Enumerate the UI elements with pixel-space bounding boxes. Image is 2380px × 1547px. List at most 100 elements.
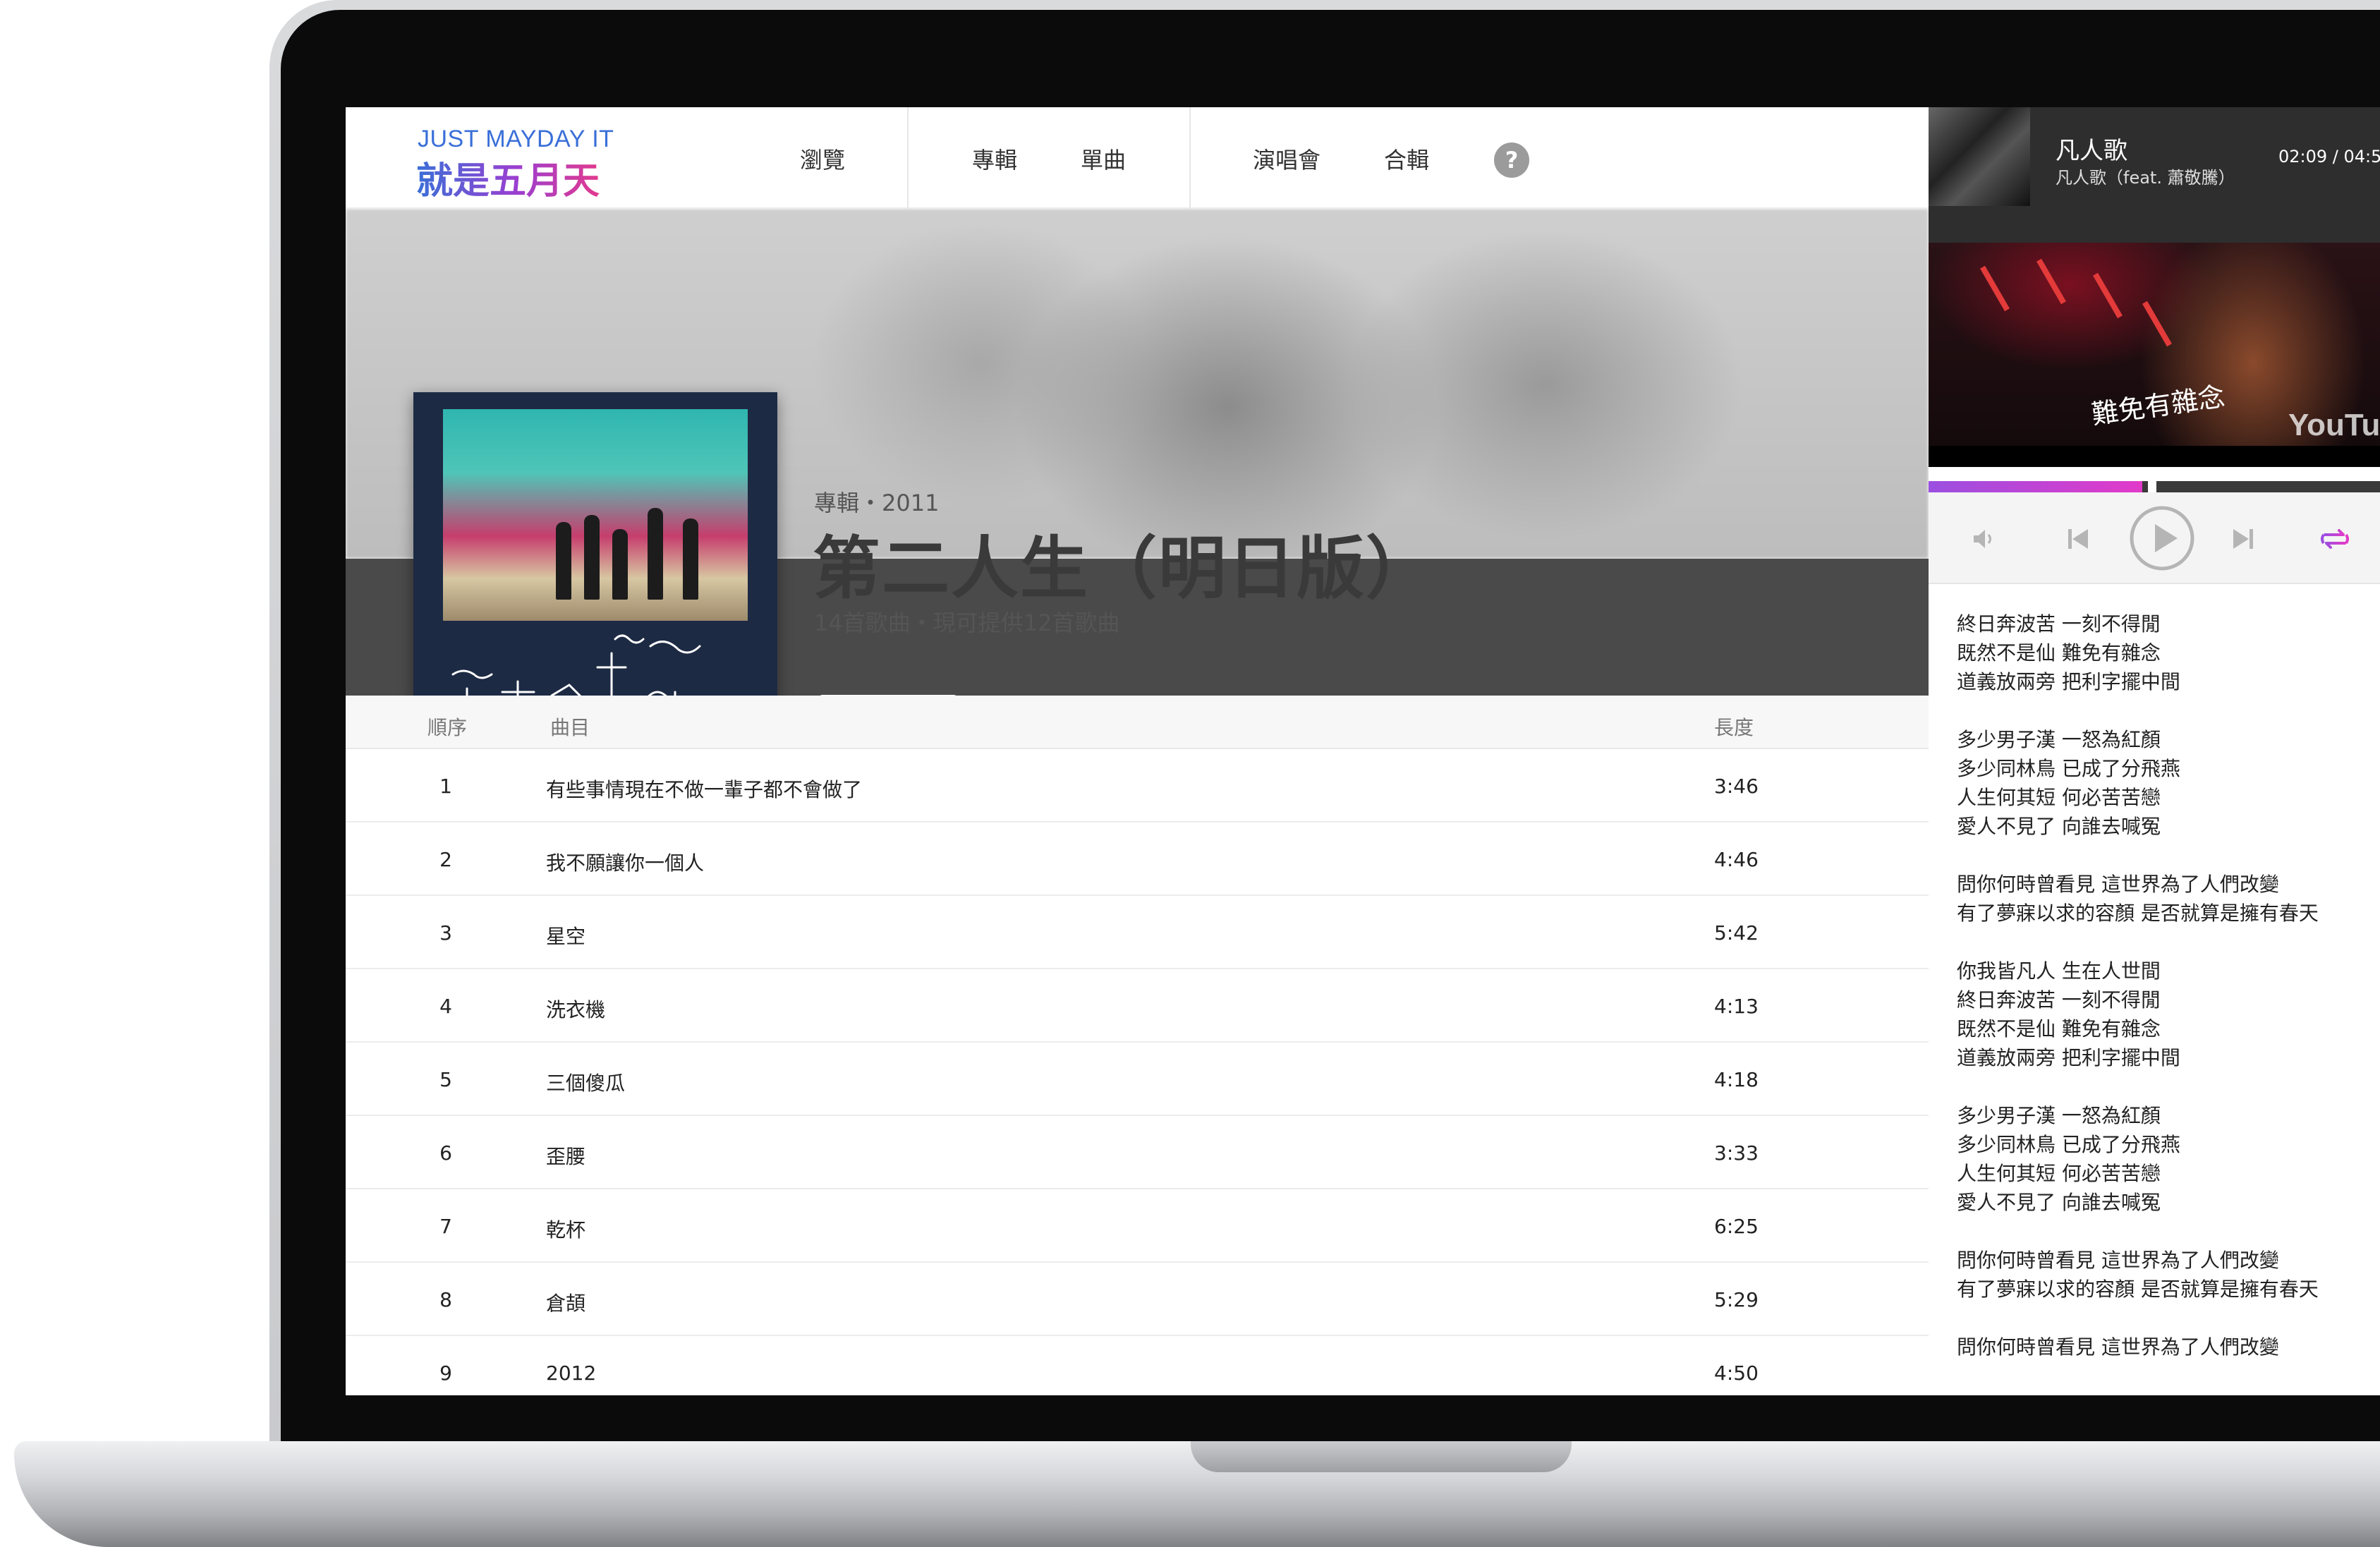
album-title: 第二人生（明日版） — [813, 529, 1435, 608]
nav-albums[interactable]: 專輯 — [972, 142, 1017, 175]
track-duration: 3:33 — [1714, 1141, 1759, 1165]
lyrics-line: 愛人不見了 向誰去喊冤 — [1957, 815, 2161, 838]
lyrics-line: 道義放兩旁 把利字擺中間 — [1957, 670, 2180, 693]
track-duration: 4:18 — [1714, 1068, 1759, 1091]
lyrics-line: 問你何時曾看見 這世界為了人們改變 — [1957, 873, 2279, 896]
lyrics-panel: 終日奔波苦 一刻不得閒 既然不是仙 難免有雜念 道義放兩旁 把利字擺中間 多少男子漢 … — [1957, 609, 2366, 1390]
stage-light — [2093, 272, 2123, 319]
track-title: 我不願讓你一個人 — [546, 851, 705, 875]
lyrics-line: 人生何其短 何必苦苦戀 — [1957, 786, 2161, 809]
lyrics-line: 人生何其短 何必苦苦戀 — [1957, 1162, 2161, 1185]
lyrics-line: 多少同林鳥 已成了分飛燕 — [1957, 757, 2180, 780]
track-number: 8 — [439, 1288, 452, 1311]
band-member-figure — [556, 522, 571, 600]
lyrics-line: 愛人不見了 向誰去喊冤 — [1957, 1191, 2161, 1214]
youtube-logo[interactable]: YouTube — [2288, 408, 2380, 443]
progress-bar[interactable] — [1929, 480, 2380, 493]
track-row[interactable]: 3 星空 5:42 — [346, 896, 1929, 969]
album-cover-handwriting — [451, 634, 701, 696]
nav-compilations[interactable]: 合輯 — [1384, 142, 1429, 175]
band-member-figure — [584, 515, 600, 600]
lyrics-stanza: 問你何時曾看見 這世界為了人們改變 — [1957, 1333, 2366, 1361]
player-controls — [1929, 492, 2380, 584]
laptop-notch — [1191, 1441, 1572, 1472]
video-letterbox — [1929, 446, 2380, 467]
track-row[interactable]: 1 有些事情現在不做一輩子都不會做了 3:46 — [346, 749, 1929, 823]
track-title: 倉頡 — [546, 1292, 586, 1315]
lyrics-line: 有了夢寐以求的容顏 是否就算是擁有春天 — [1957, 902, 2319, 925]
track-row[interactable]: 2 我不願讓你一個人 4:46 — [346, 823, 1929, 896]
column-length[interactable]: 長度 — [1714, 712, 1754, 741]
track-title: 2012 — [546, 1361, 597, 1385]
track-row[interactable]: 4 洗衣機 4:13 — [346, 969, 1929, 1043]
album-hero: 專輯・2011 第二人生（明日版） 14首歌曲・現可提供12首歌曲 播放 — [346, 209, 1929, 696]
repeat-icon[interactable] — [2318, 525, 2352, 553]
stage-light — [1980, 265, 2010, 312]
now-playing-time: 02:09 / 04:51 — [2278, 147, 2380, 166]
now-playing-bar: 凡人歌 凡人歌（feat. 蕭敬騰） 02:09 / 04:51 — [1929, 107, 2380, 248]
stage-light — [2036, 258, 2066, 305]
lyrics-line: 多少男子漢 一怒為紅顏 — [1957, 728, 2161, 751]
lyrics-line: 有了夢寐以求的容顏 是否就算是擁有春天 — [1957, 1278, 2319, 1301]
nav-browse[interactable]: 瀏覽 — [800, 142, 845, 175]
track-number: 9 — [439, 1361, 452, 1385]
band-member-figure — [648, 508, 663, 600]
track-row[interactable]: 7 乾杯 6:25 — [346, 1189, 1929, 1263]
track-list-header: 順序 曲目 長度 — [346, 696, 1929, 749]
album-track-count: 14首歌曲・現可提供12首歌曲 — [814, 609, 1120, 636]
lyrics-line: 問你何時曾看見 這世界為了人們改變 — [1957, 1249, 2279, 1272]
progress-handle[interactable] — [2148, 480, 2157, 493]
lyrics-line: 問你何時曾看見 這世界為了人們改變 — [1957, 1335, 2279, 1359]
lyrics-line: 道義放兩旁 把利字擺中間 — [1957, 1046, 2180, 1069]
track-duration: 4:13 — [1714, 995, 1759, 1018]
track-row[interactable]: 5 三個傻瓜 4:18 — [346, 1043, 1929, 1116]
track-title: 有些事情現在不做一輩子都不會做了 — [546, 778, 863, 801]
stage-light — [2142, 301, 2172, 347]
album-cover-photo — [443, 409, 748, 621]
lyrics-stanza: 問你何時曾看見 這世界為了人們改變有了夢寐以求的容顏 是否就算是擁有春天 — [1957, 1246, 2366, 1304]
column-order[interactable]: 順序 — [427, 712, 467, 741]
track-number: 7 — [439, 1215, 452, 1238]
lyrics-stanza: 多少男子漢 一怒為紅顏 多少同林鳥 已成了分飛燕 人生何其短 何必苦苦戀 愛人不見了 … — [1957, 725, 2366, 841]
lyrics-line: 既然不是仙 難免有雜念 — [1957, 641, 2161, 665]
album-cover — [413, 392, 777, 696]
nav-divider — [1189, 107, 1191, 209]
lyrics-stanza: 多少男子漢 一怒為紅顏 多少同林鳥 已成了分飛燕 人生何其短 何必苦苦戀 愛人不見了 … — [1957, 1101, 2366, 1217]
music-video[interactable]: 難免有雜念 YouTube — [1929, 243, 2380, 446]
nav-singles[interactable]: 單曲 — [1081, 142, 1126, 175]
track-title: 洗衣機 — [546, 998, 606, 1021]
track-duration: 5:42 — [1714, 921, 1759, 945]
lyrics-stanza: 問你何時曾看見 這世界為了人們改變有了夢寐以求的容顏 是否就算是擁有春天 — [1957, 870, 2366, 928]
now-playing-subtitle: 凡人歌（feat. 蕭敬騰） — [2056, 168, 2235, 188]
lyrics-line: 終日奔波苦 一刻不得閒 — [1957, 612, 2161, 636]
progress-fill — [1929, 481, 2143, 492]
track-list: 順序 曲目 長度 1 有些事情現在不做一輩子都不會做了 3:46 2 我不願讓你一個人 4… — [346, 696, 1929, 1395]
track-title: 三個傻瓜 — [546, 1072, 626, 1095]
logo-title[interactable]: 就是五月天 — [416, 151, 600, 204]
now-playing-thumbnail[interactable] — [1929, 107, 2030, 206]
volume-icon[interactable] — [1971, 526, 1996, 552]
lyrics-line: 多少男子漢 一怒為紅顏 — [1957, 1104, 2161, 1127]
track-row[interactable]: 6 歪腰 3:33 — [346, 1116, 1929, 1189]
track-duration: 5:29 — [1714, 1288, 1759, 1311]
lyrics-line: 多少同林鳥 已成了分飛燕 — [1957, 1133, 2180, 1156]
column-title[interactable]: 曲目 — [550, 712, 590, 741]
track-row[interactable]: 8 倉頡 5:29 — [346, 1263, 1929, 1336]
logo-tagline[interactable]: JUST MAYDAY IT — [418, 126, 614, 153]
lyrics-stanza: 終日奔波苦 一刻不得閒 既然不是仙 難免有雜念 道義放兩旁 把利字擺中間 — [1957, 609, 2366, 696]
band-member-figure — [683, 518, 698, 600]
track-title: 星空 — [546, 925, 586, 948]
nav-concerts[interactable]: 演唱會 — [1253, 142, 1320, 175]
next-icon[interactable] — [2229, 525, 2257, 553]
track-title: 歪腰 — [546, 1145, 586, 1168]
lyrics-line: 你我皆凡人 生在人世間 — [1957, 959, 2161, 983]
track-duration: 6:25 — [1714, 1215, 1759, 1238]
track-title: 乾杯 — [546, 1218, 586, 1242]
track-number: 1 — [439, 775, 452, 798]
track-duration: 4:50 — [1714, 1361, 1759, 1385]
play-pause-icon[interactable] — [2129, 505, 2195, 571]
track-number: 2 — [439, 848, 452, 871]
help-icon[interactable]: ? — [1494, 142, 1529, 178]
track-row[interactable]: 9 2012 4:50 — [346, 1336, 1929, 1395]
previous-icon[interactable] — [2064, 525, 2092, 553]
